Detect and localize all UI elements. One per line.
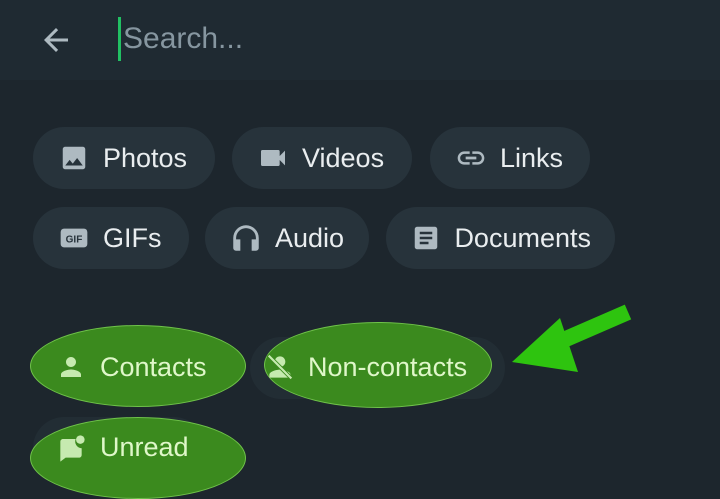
- filter-chip-label: Unread: [100, 431, 189, 462]
- filter-chip-videos[interactable]: Videos: [232, 127, 412, 189]
- headphones-icon: [229, 221, 263, 255]
- filter-chip-documents[interactable]: Documents: [386, 207, 615, 269]
- search-input[interactable]: [121, 22, 643, 56]
- filter-chip-label: GIFs: [103, 222, 162, 253]
- filter-chip-audio[interactable]: Audio: [205, 207, 369, 269]
- filter-chip-label: Audio: [275, 222, 345, 253]
- document-icon: [410, 221, 442, 255]
- arrow-left-icon: [44, 28, 68, 52]
- annotation-arrow-icon: [512, 304, 632, 372]
- search-header: [0, 0, 720, 80]
- filter-chip-links[interactable]: Links: [430, 127, 590, 189]
- filter-chip-contacts[interactable]: Contacts: [42, 336, 232, 398]
- filter-chip-label: Links: [500, 142, 564, 173]
- filter-chip-gifs[interactable]: GIF GIFs: [33, 207, 189, 269]
- filter-chip-label: Documents: [454, 222, 591, 253]
- filter-chip-unread[interactable]: Unread: [42, 416, 232, 478]
- back-button[interactable]: [34, 18, 78, 62]
- svg-text:GIF: GIF: [66, 234, 83, 245]
- person-icon: [54, 350, 88, 384]
- filter-chip-label: Photos: [103, 142, 188, 173]
- filter-chip-label: Contacts: [100, 351, 207, 382]
- person-off-icon: [264, 350, 296, 384]
- gif-icon: GIF: [57, 221, 91, 255]
- filter-chip-non-contacts[interactable]: Non-contacts: [264, 336, 490, 398]
- filter-chip-label: Non-contacts: [308, 351, 468, 382]
- unread-icon: [54, 430, 88, 464]
- video-icon: [256, 141, 290, 175]
- filter-chip-label: Videos: [302, 142, 385, 173]
- search-bar: [118, 12, 678, 66]
- photo-icon: [57, 141, 91, 175]
- link-icon: [454, 141, 488, 175]
- filter-chip-photos[interactable]: Photos: [33, 127, 215, 189]
